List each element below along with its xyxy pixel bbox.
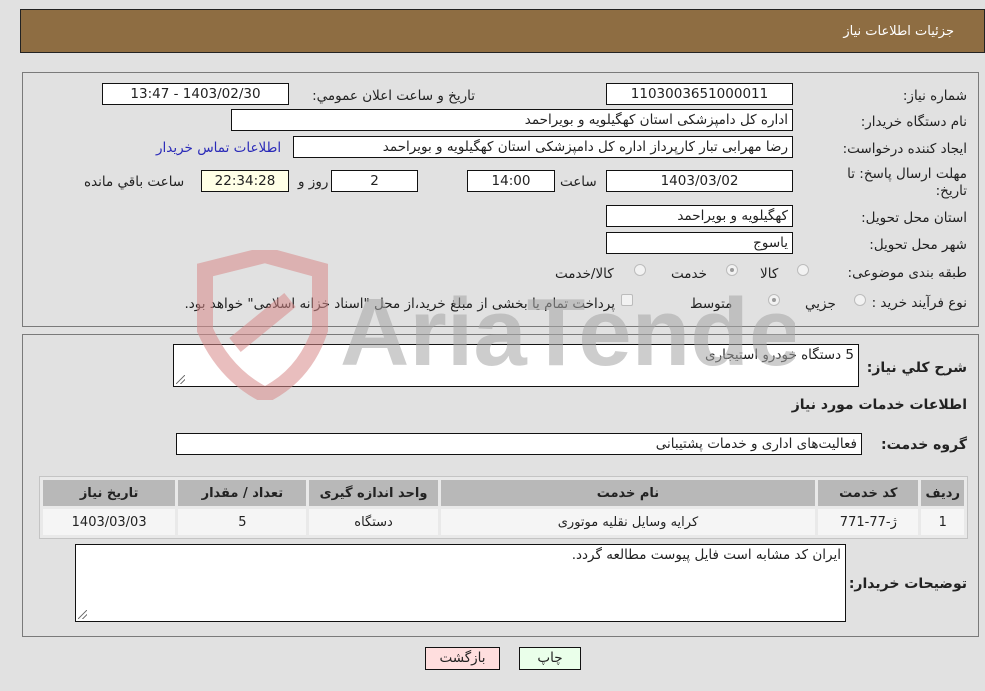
category-label: طبقه بندی موضوعی:: [847, 265, 967, 281]
services-heading: اطلاعات خدمات مورد نیاز: [791, 397, 967, 413]
category-option-goods: کالا: [760, 266, 779, 282]
deadline-date-field: 1403/03/02: [606, 170, 793, 192]
general-desc-text: 5 دستگاه خودرو استیجاری: [705, 347, 854, 363]
delivery-province-field: کهگیلویه و بویراحمد: [606, 205, 793, 227]
col-row-number: ردیف: [921, 480, 964, 506]
remaining-days-field: 2: [331, 170, 418, 192]
need-number-field: 1103003651000011: [606, 83, 793, 105]
buyer-notes-label: توضیحات خریدار:: [848, 576, 967, 592]
announce-datetime-label: تاریخ و ساعت اعلان عمومي:: [312, 88, 475, 104]
delivery-city-field: یاسوج: [606, 232, 793, 254]
requester-label: ایجاد کننده درخواست:: [842, 141, 967, 157]
category-radio-goods[interactable]: [797, 264, 809, 276]
general-desc-textarea[interactable]: 5 دستگاه خودرو استیجاری: [173, 344, 859, 387]
announce-datetime-field: 1403/02/30 - 13:47: [102, 83, 289, 105]
buyer-org-field: اداره کل دامپزشکی استان کهگیلویه و بویرا…: [231, 109, 793, 131]
cell-quantity: 5: [178, 509, 307, 535]
delivery-city-label: شهر محل تحویل:: [869, 237, 967, 253]
cell-service-code: ژ-77-771: [818, 509, 919, 535]
buyer-notes-text: ایران کد مشابه است فایل پیوست مطالعه گرد…: [571, 547, 841, 563]
cell-service-name: کرایه وسایل نقلیه موتوری: [440, 509, 816, 535]
service-group-label: گروه خدمت:: [881, 437, 967, 453]
service-group-field: فعالیت‌های اداری و خدمات پشتیبانی: [176, 433, 862, 455]
table-header-row: ردیف کد خدمت نام خدمت واحد اندازه گیری ت…: [43, 480, 964, 506]
cell-unit: دستگاه: [309, 509, 438, 535]
need-number-label: شماره نیاز:: [902, 88, 967, 104]
page-header: جزئیات اطلاعات نیاز: [20, 9, 985, 53]
category-option-goods-service: کالا/خدمت: [555, 266, 614, 282]
process-radio-medium[interactable]: [768, 294, 780, 306]
cell-row-number: 1: [921, 509, 964, 535]
remaining-time-field: 22:34:28: [201, 170, 289, 192]
page-title: جزئیات اطلاعات نیاز: [843, 24, 954, 39]
deadline-label: مهلت ارسال پاسخ: تا: [847, 166, 967, 182]
col-service-name: نام خدمت: [440, 480, 816, 506]
back-button[interactable]: بازگشت: [425, 647, 500, 670]
treasury-note: پرداخت تمام یا بخشی از مبلغ خرید،از محل …: [184, 296, 615, 312]
category-radio-goods-service[interactable]: [634, 264, 646, 276]
col-need-date: تاریخ نیاز: [43, 480, 176, 506]
category-option-service: خدمت: [671, 266, 707, 282]
col-unit: واحد اندازه گیری: [309, 480, 438, 506]
requester-field: رضا مهرابی تبار کارپرداز اداره کل دامپزش…: [293, 136, 793, 158]
treasury-checkbox[interactable]: [621, 294, 633, 306]
purchase-process-label: نوع فرآیند خرید :: [871, 295, 967, 311]
process-radio-minor[interactable]: [854, 294, 866, 306]
buyer-contact-link[interactable]: اطلاعات تماس خریدار: [156, 140, 281, 156]
process-option-medium: متوسط: [690, 296, 733, 312]
resize-grip-icon[interactable]: [78, 610, 87, 619]
general-desc-label: شرح کلي نیاز:: [866, 360, 967, 376]
category-radio-service[interactable]: [726, 264, 738, 276]
deadline-label-date: تاریخ:: [935, 183, 967, 199]
process-option-minor: جزيي: [805, 296, 836, 312]
resize-grip-icon[interactable]: [176, 375, 185, 384]
print-button[interactable]: چاپ: [519, 647, 581, 670]
services-table: ردیف کد خدمت نام خدمت واحد اندازه گیری ت…: [39, 476, 968, 539]
delivery-province-label: استان محل تحویل:: [861, 210, 967, 226]
deadline-time-field: 14:00: [467, 170, 555, 192]
remaining-days-label: روز و: [298, 174, 329, 190]
table-row: 1 ژ-77-771 کرایه وسایل نقلیه موتوری دستگ…: [43, 509, 964, 535]
buyer-org-label: نام دستگاه خریدار:: [860, 114, 967, 130]
buyer-notes-textarea[interactable]: ایران کد مشابه است فایل پیوست مطالعه گرد…: [75, 544, 846, 622]
col-service-code: کد خدمت: [818, 480, 919, 506]
col-quantity: تعداد / مقدار: [178, 480, 307, 506]
remaining-time-label: ساعت باقي مانده: [84, 174, 185, 190]
deadline-time-label: ساعت: [560, 174, 597, 190]
cell-need-date: 1403/03/03: [43, 509, 176, 535]
